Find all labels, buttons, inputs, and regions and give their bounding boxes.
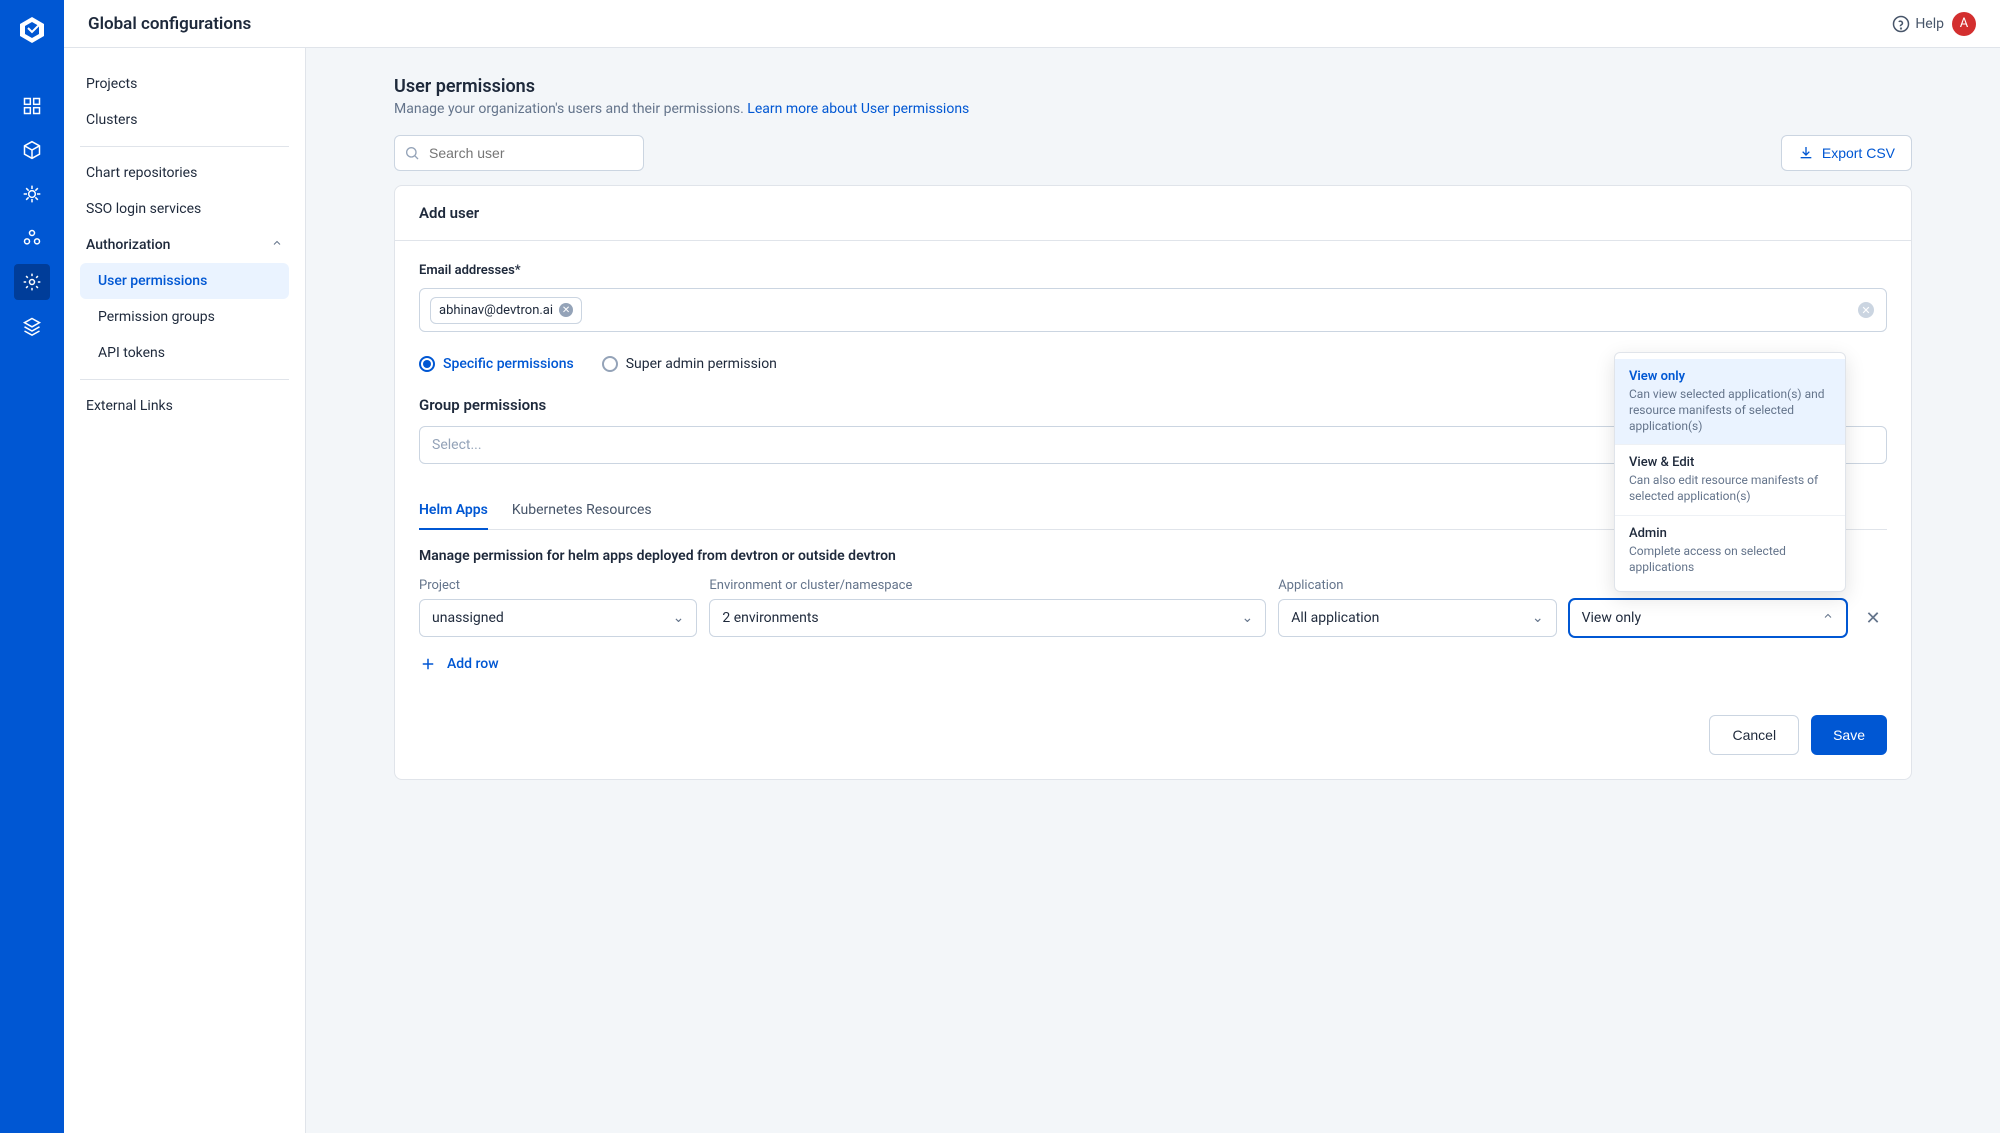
- sidebar-item-chart-repos[interactable]: Chart repositories: [80, 155, 289, 191]
- help-link[interactable]: Help: [1892, 15, 1944, 33]
- chevron-up-icon: [271, 237, 283, 253]
- sidebar-item-authorization[interactable]: Authorization: [80, 227, 289, 263]
- cancel-button[interactable]: Cancel: [1709, 715, 1799, 755]
- divider: [80, 379, 289, 380]
- save-button[interactable]: Save: [1811, 715, 1887, 755]
- radio-icon: [602, 356, 618, 372]
- email-chip: abhinav@devtron.ai ✕: [430, 297, 582, 324]
- sidebar-item-projects[interactable]: Projects: [80, 66, 289, 102]
- plus-icon: [419, 655, 437, 673]
- tab-helm-apps[interactable]: Helm Apps: [419, 492, 488, 530]
- sidebar: Projects Clusters Chart repositories SSO…: [64, 48, 306, 1133]
- add-row-button[interactable]: Add row: [419, 655, 1887, 673]
- remove-row-button[interactable]: ✕: [1859, 599, 1887, 637]
- export-csv-button[interactable]: Export CSV: [1781, 135, 1912, 171]
- project-select[interactable]: unassigned ⌄: [419, 599, 697, 637]
- help-label: Help: [1915, 16, 1944, 32]
- col-app-label: Application: [1278, 578, 1556, 593]
- nav-rail: [0, 0, 64, 1133]
- radio-super-admin[interactable]: Super admin permission: [602, 356, 777, 372]
- radio-specific-permissions[interactable]: Specific permissions: [419, 356, 574, 372]
- page-title: User permissions: [394, 76, 1912, 97]
- role-select[interactable]: View only View only Can view selected ap…: [1569, 599, 1847, 637]
- add-user-card: Add user Email addresses* abhinav@devtro…: [394, 185, 1912, 780]
- email-input[interactable]: abhinav@devtron.ai ✕ ✕: [419, 288, 1887, 332]
- col-project-label: Project: [419, 578, 697, 593]
- sidebar-item-clusters[interactable]: Clusters: [80, 102, 289, 138]
- search-input-wrap: [394, 135, 644, 171]
- settings-icon[interactable]: [14, 264, 50, 300]
- search-icon: [404, 145, 420, 161]
- cube-icon[interactable]: [14, 132, 50, 168]
- sidebar-item-external-links[interactable]: External Links: [80, 388, 289, 424]
- sidebar-item-sso[interactable]: SSO login services: [80, 191, 289, 227]
- sidebar-item-user-permissions[interactable]: User permissions: [80, 263, 289, 299]
- email-label: Email addresses*: [419, 263, 1887, 278]
- sidebar-item-api-tokens[interactable]: API tokens: [80, 335, 289, 371]
- page-subtitle: Manage your organization's users and the…: [394, 101, 1912, 117]
- cluster-icon[interactable]: [14, 220, 50, 256]
- dropdown-item-admin[interactable]: Admin Complete access on selected applic…: [1615, 516, 1845, 585]
- avatar[interactable]: A: [1952, 12, 1976, 36]
- col-env-label: Environment or cluster/namespace: [709, 578, 1266, 593]
- chevron-down-icon: ⌄: [673, 610, 685, 626]
- tab-kubernetes-resources[interactable]: Kubernetes Resources: [512, 492, 652, 530]
- logo-icon: [16, 14, 48, 46]
- remove-chip-icon[interactable]: ✕: [559, 303, 573, 317]
- chevron-down-icon: ⌄: [1241, 610, 1253, 626]
- radio-icon: [419, 356, 435, 372]
- chevron-down-icon: ⌄: [1532, 610, 1544, 626]
- role-dropdown: View only Can view selected application(…: [1614, 352, 1846, 592]
- dropdown-item-view-edit[interactable]: View & Edit Can also edit resource manif…: [1615, 445, 1845, 514]
- page-breadcrumb: Global configurations: [88, 14, 251, 34]
- divider: [80, 146, 289, 147]
- card-header: Add user: [395, 186, 1911, 241]
- download-icon: [1798, 145, 1814, 161]
- clear-all-icon[interactable]: ✕: [1858, 302, 1874, 318]
- dropdown-item-view-only[interactable]: View only Can view selected application(…: [1615, 359, 1845, 445]
- learn-more-link[interactable]: Learn more about User permissions: [747, 101, 969, 117]
- sidebar-item-permission-groups[interactable]: Permission groups: [80, 299, 289, 335]
- helm-icon[interactable]: [14, 176, 50, 212]
- main-content: User permissions Manage your organizatio…: [306, 48, 2000, 1133]
- topbar: Global configurations Help A: [64, 0, 2000, 48]
- dashboard-icon[interactable]: [14, 88, 50, 124]
- chevron-up-icon: [1822, 610, 1834, 626]
- search-input[interactable]: [394, 135, 644, 171]
- sidebar-label: Authorization: [86, 237, 170, 253]
- environment-select[interactable]: 2 environments ⌄: [709, 599, 1266, 637]
- application-select[interactable]: All application ⌄: [1278, 599, 1556, 637]
- layers-icon[interactable]: [14, 308, 50, 344]
